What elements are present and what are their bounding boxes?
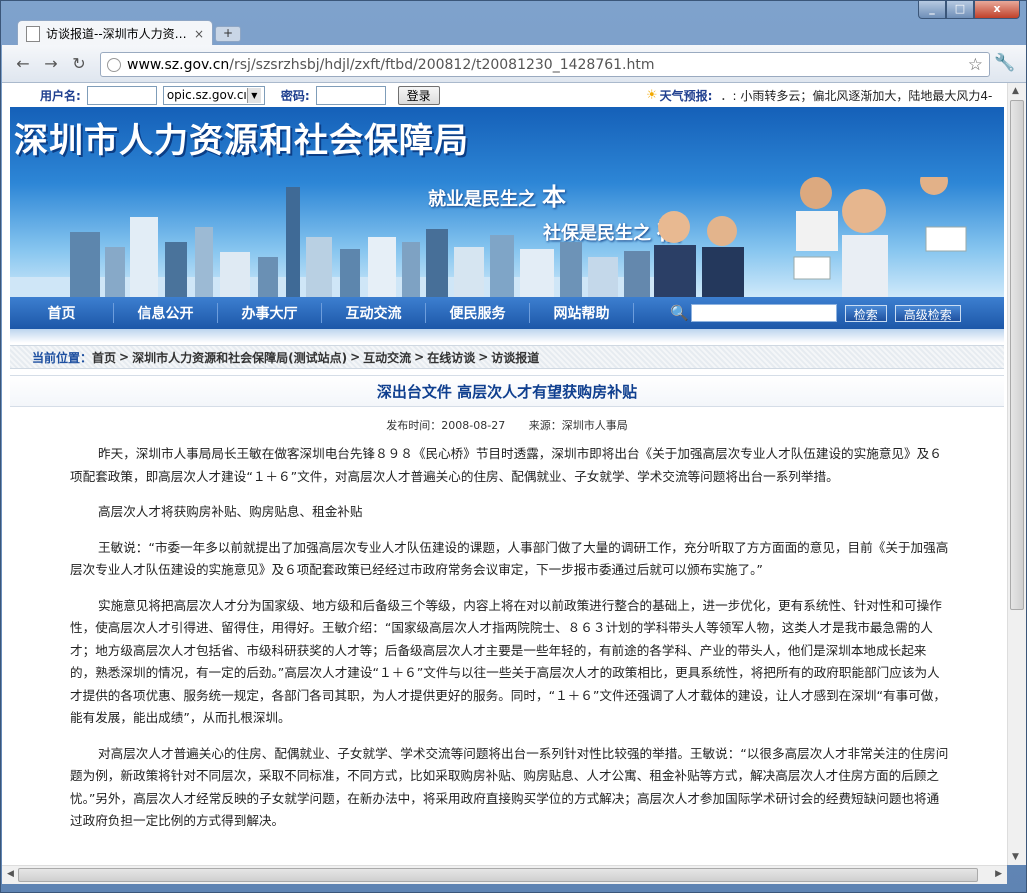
address-bar[interactable]: www.sz.gov.cn/rsj/szsrzhsbj/hdjl/zxft/ft… xyxy=(100,52,990,77)
nav-item-home[interactable]: 首页 xyxy=(10,303,114,323)
breadcrumb-link-interview-reports[interactable]: 访谈报道 xyxy=(491,349,539,366)
maximize-button[interactable]: □ xyxy=(946,1,974,19)
url-host: www.sz.gov.cn xyxy=(127,56,230,73)
breadcrumb-link-home[interactable]: 首页 xyxy=(92,349,116,366)
nav-item-services-hall[interactable]: 办事大厅 xyxy=(218,303,322,323)
breadcrumb: 当前位置： 首页 > 深圳市人力资源和社会保障局(测试站点) > 互动交流 > … xyxy=(10,345,1004,369)
weather-ticker: ☀ 天气预报: ．: 小雨转多云；偏北风逐渐加大，陆地最大风力4- xyxy=(646,87,1006,104)
nav-item-interaction[interactable]: 互动交流 xyxy=(322,303,426,323)
password-input[interactable] xyxy=(315,85,386,105)
sun-icon: ☀ xyxy=(646,87,658,103)
search-icon: 🔍 xyxy=(670,304,689,322)
nav-item-info[interactable]: 信息公开 xyxy=(114,303,218,323)
site-banner: 深圳市人力资源和社会保障局 就业是民生之本 社保是民生之福 xyxy=(10,107,1004,297)
username-input[interactable] xyxy=(86,85,157,105)
login-button[interactable]: 登录 xyxy=(397,85,440,105)
site-search-input[interactable] xyxy=(690,304,837,322)
page-icon xyxy=(26,25,40,42)
vertical-scrollbar[interactable]: ▲ ▼ xyxy=(1007,83,1026,865)
breadcrumb-separator: > xyxy=(478,350,489,364)
search-button[interactable]: 检索 xyxy=(844,304,887,322)
username-label: 用户名: xyxy=(40,88,81,103)
breadcrumb-separator: > xyxy=(350,350,361,364)
site-title: 深圳市人力资源和社会保障局 xyxy=(14,121,469,161)
close-tab-icon[interactable]: × xyxy=(194,27,204,41)
people-photo-image xyxy=(654,177,967,297)
forward-icon[interactable]: → xyxy=(40,53,62,75)
reload-icon[interactable]: ↻ xyxy=(68,53,90,75)
page-info-icon[interactable] xyxy=(107,57,121,72)
password-label: 密码: xyxy=(280,88,310,103)
article-paragraph: 王敏说：“市委一年多以前就提出了加强高层次专业人才队伍建设的课题，人事部门做了大… xyxy=(70,539,949,578)
article-paragraph: 高层次人才将获购房补贴、购房贴息、租金补贴 xyxy=(98,504,363,519)
minimize-button[interactable]: _ xyxy=(918,1,946,19)
new-tab-button[interactable]: + xyxy=(215,26,241,42)
scroll-left-icon[interactable]: ◀ xyxy=(7,869,14,879)
article-body: 昨天，深圳市人事局局长王敏在做客深圳电台先锋８９８《民心桥》节目时透露，深圳市即… xyxy=(70,443,950,846)
publish-time: 发布时间：2008-08-27 xyxy=(386,419,506,432)
browser-window: 访谈报道--深圳市人力资… × + _ □ x ← → ↻ www.sz.gov… xyxy=(0,0,1027,893)
back-icon[interactable]: ← xyxy=(12,53,34,75)
article-meta: 发布时间：2008-08-27 来源：深圳市人事局 xyxy=(10,417,1004,433)
article-paragraph: 昨天，深圳市人事局局长王敏在做客深圳电台先锋８９８《民心桥》节目时透露，深圳市即… xyxy=(70,446,942,484)
browser-toolbar: ← → ↻ www.sz.gov.cn/rsj/szsrzhsbj/hdjl/z… xyxy=(2,45,1026,83)
article-paragraph: 对高层次人才普遍关心的住房、配偶就业、子女就学、学术交流等问题将出台一系列针对性… xyxy=(70,745,949,829)
nav-shadow xyxy=(10,329,1004,343)
article-paragraph: 实施意见将把高层次人才分为国家级、地方级和后备级三个等级，内容上将在对以前政策进… xyxy=(70,597,946,726)
tab-title: 访谈报道--深圳市人力资… xyxy=(46,27,187,41)
horizontal-scroll-thumb[interactable] xyxy=(18,868,978,882)
domain-select[interactable]: opic.sz.gov.cı ▼ xyxy=(162,85,265,105)
url-path: /rsj/szsrzhsbj/hdjl/zxft/ftbd/200812/t20… xyxy=(229,56,655,73)
breadcrumb-separator: > xyxy=(414,350,425,364)
breadcrumb-link-online-interview[interactable]: 在线访谈 xyxy=(427,349,475,366)
weather-text: ．: 小雨转多云；偏北风逐渐加大，陆地最大风力4- xyxy=(720,88,993,103)
article-source: 来源：深圳市人事局 xyxy=(528,419,628,432)
login-bar: 用户名: opic.sz.gov.cı ▼ 密码: 登录 ☀ 天气预报: ．: … xyxy=(10,83,1006,107)
browser-tab[interactable]: 访谈报道--深圳市人力资… × xyxy=(17,20,213,46)
close-window-button[interactable]: x xyxy=(974,1,1020,19)
weather-label: 天气预报: xyxy=(659,88,713,103)
domain-value: opic.sz.gov.cı xyxy=(166,88,247,102)
article-title: 深出台文件 高层次人才有望获购房补贴 xyxy=(10,375,1004,407)
city-skyline-image xyxy=(10,187,670,297)
breadcrumb-link-interaction[interactable]: 互动交流 xyxy=(363,349,411,366)
nav-item-help[interactable]: 网站帮助 xyxy=(530,303,634,323)
tab-strip: 访谈报道--深圳市人力资… × + _ □ x xyxy=(1,1,1027,46)
breadcrumb-link-bureau[interactable]: 深圳市人力资源和社会保障局(测试站点) xyxy=(132,349,347,366)
vertical-scroll-thumb[interactable] xyxy=(1010,100,1024,610)
bookmark-star-icon[interactable]: ☆ xyxy=(968,55,983,75)
scroll-up-icon[interactable]: ▲ xyxy=(1012,86,1019,96)
page-viewport: 用户名: opic.sz.gov.cı ▼ 密码: 登录 ☀ 天气预报: ．: … xyxy=(2,83,1026,865)
wrench-menu-icon[interactable]: 🔧 xyxy=(994,53,1015,73)
chevron-down-icon[interactable]: ▼ xyxy=(246,87,261,103)
scroll-right-icon[interactable]: ▶ xyxy=(995,869,1002,879)
main-nav: 首页 信息公开 办事大厅 互动交流 便民服务 网站帮助 🔍 检索 高级检索 xyxy=(10,297,1004,329)
advanced-search-button[interactable]: 高级检索 xyxy=(894,304,961,322)
horizontal-scrollbar[interactable]: ◀ ▶ xyxy=(2,865,1007,884)
nav-item-public-services[interactable]: 便民服务 xyxy=(426,303,530,323)
breadcrumb-label: 当前位置： xyxy=(32,350,93,365)
scroll-down-icon[interactable]: ▼ xyxy=(1012,852,1019,862)
breadcrumb-separator: > xyxy=(119,350,130,364)
